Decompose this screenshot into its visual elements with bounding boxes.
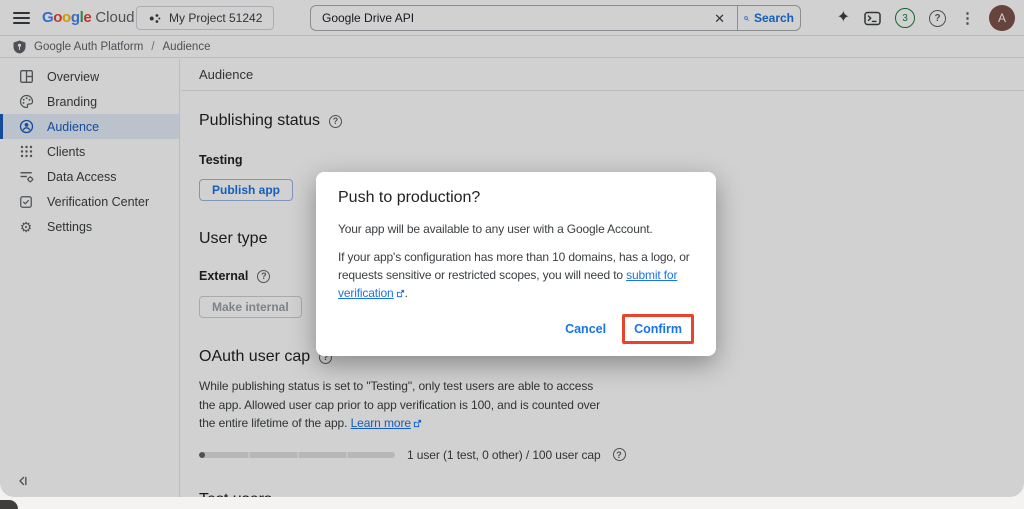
external-link-icon bbox=[396, 289, 405, 298]
dialog-body-paragraph-1: Your app will be available to any user w… bbox=[338, 220, 694, 238]
browser-window: Google Cloud My Project 51242 ✕ Search bbox=[0, 0, 1024, 497]
dialog-body-text: . bbox=[405, 286, 408, 300]
dialog-title: Push to production? bbox=[338, 189, 694, 207]
confirm-annotation-box: Confirm bbox=[622, 314, 694, 344]
confirm-button[interactable]: Confirm bbox=[626, 317, 690, 341]
dialog-actions: Cancel Confirm bbox=[338, 314, 694, 344]
cancel-button[interactable]: Cancel bbox=[557, 317, 614, 341]
desktop-corner-shape bbox=[0, 500, 18, 509]
push-to-production-dialog: Push to production? Your app will be ava… bbox=[316, 172, 716, 356]
dialog-body-paragraph-2: If your app's configuration has more tha… bbox=[338, 248, 694, 302]
